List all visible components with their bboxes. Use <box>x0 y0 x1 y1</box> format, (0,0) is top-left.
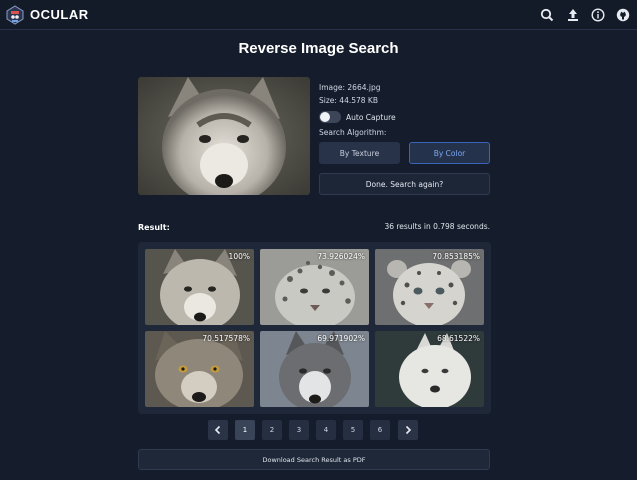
match-score: 68.61522% <box>437 334 480 343</box>
page-button-4[interactable]: 4 <box>316 420 336 440</box>
page-title: Reverse Image Search <box>238 40 399 57</box>
query-image <box>138 77 310 195</box>
result-label: Result: <box>138 223 170 232</box>
result-card[interactable]: 70.853185% <box>375 249 484 325</box>
by-color-button[interactable]: By Color <box>409 142 490 164</box>
results-panel: 100% 73.926024% 70.853185% 70.517578% 69… <box>138 242 491 414</box>
image-size: Size: 44.578 KB <box>319 96 378 105</box>
result-card[interactable]: 100% <box>145 249 254 325</box>
match-score: 70.517578% <box>202 334 250 343</box>
download-pdf-button[interactable]: Download Search Result as PDF <box>138 449 490 470</box>
auto-capture-label: Auto Capture <box>346 113 396 122</box>
chevron-left-icon <box>214 425 221 435</box>
search-again-button[interactable]: Done. Search again? <box>319 173 490 195</box>
by-texture-button[interactable]: By Texture <box>319 142 400 164</box>
result-card[interactable]: 69.971902% <box>260 331 369 407</box>
match-score: 100% <box>228 252 250 261</box>
search-algorithm-label: Search Algorithm: <box>319 128 387 137</box>
toggle-knob <box>320 112 330 122</box>
search-icon[interactable] <box>540 8 554 22</box>
prev-page-button[interactable] <box>208 420 228 440</box>
page-button-5[interactable]: 5 <box>343 420 363 440</box>
result-card[interactable]: 70.517578% <box>145 331 254 407</box>
page-button-3[interactable]: 3 <box>289 420 309 440</box>
chevron-right-icon <box>405 425 412 435</box>
auto-capture-toggle[interactable] <box>319 111 341 123</box>
page-button-2[interactable]: 2 <box>262 420 282 440</box>
result-card[interactable]: 73.926024% <box>260 249 369 325</box>
page-button-6[interactable]: 6 <box>370 420 390 440</box>
brand-name[interactable]: OCULAR <box>30 7 89 22</box>
next-page-button[interactable] <box>398 420 418 440</box>
info-icon[interactable] <box>591 8 605 22</box>
upload-icon[interactable] <box>566 8 580 22</box>
match-score: 69.971902% <box>317 334 365 343</box>
result-stats: 36 results in 0.798 seconds. <box>384 222 490 231</box>
image-name: Image: 2664.jpg <box>319 83 381 92</box>
match-score: 70.853185% <box>432 252 480 261</box>
match-score: 73.926024% <box>317 252 365 261</box>
github-icon[interactable] <box>616 8 630 22</box>
navbar: OCULAR <box>0 0 637 30</box>
app-logo-icon[interactable] <box>6 5 24 25</box>
result-card[interactable]: 68.61522% <box>375 331 484 407</box>
page-button-1[interactable]: 1 <box>235 420 255 440</box>
